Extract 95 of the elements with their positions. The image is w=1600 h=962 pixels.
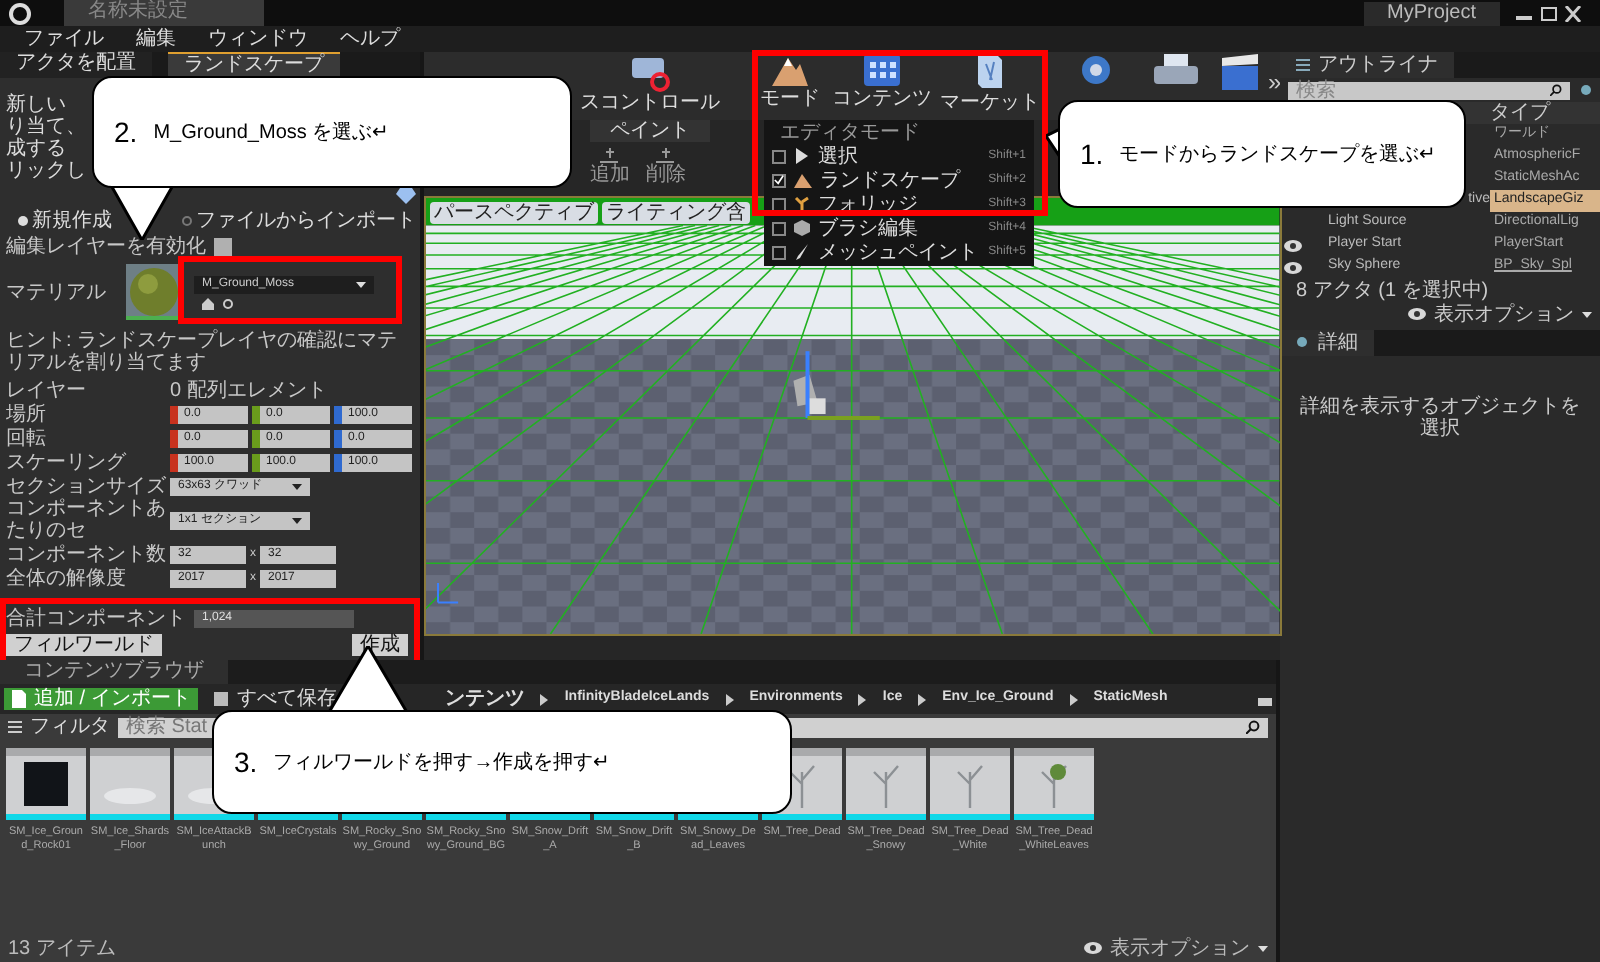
field-label: マテリアル — [6, 281, 108, 304]
empty-message: 詳細を表示するオブジェクトを選択 — [1298, 393, 1582, 440]
maximize-icon[interactable] — [1540, 5, 1560, 21]
panel-tab[interactable]: アクタを配置 — [0, 52, 152, 78]
toolbar-button[interactable]: モード — [760, 52, 820, 110]
details-tab[interactable]: 詳細 — [1280, 330, 1374, 356]
save-all-button[interactable]: すべて保存 — [214, 688, 337, 710]
caret-icon — [292, 483, 302, 490]
step-number: 3. — [234, 743, 258, 781]
lock-icon[interactable] — [1258, 692, 1272, 706]
document-icon — [12, 690, 26, 708]
checkbox[interactable] — [214, 238, 232, 257]
plant-icon — [794, 196, 810, 212]
home-icon[interactable] — [202, 297, 214, 310]
search-icon — [1246, 720, 1260, 734]
close-icon[interactable] — [1564, 5, 1584, 21]
clapperboard-icon — [1218, 52, 1262, 92]
view-options-button[interactable]: 表示オプション — [1084, 937, 1268, 959]
cube-icon — [794, 220, 810, 236]
pointer-icon — [794, 148, 810, 164]
menu-item[interactable]: ウィンドウ — [208, 28, 308, 50]
eye-icon — [1408, 308, 1426, 320]
field-label: 場所 — [6, 403, 48, 426]
outliner-tab[interactable]: アウトライナ — [1280, 52, 1454, 78]
chevron-icon — [858, 693, 867, 705]
description-text: 成する — [6, 137, 66, 160]
plus-icon — [600, 148, 620, 164]
server-icon — [628, 52, 672, 92]
plus-icon — [656, 148, 676, 164]
fill-world-button[interactable]: フィルワールド — [6, 634, 162, 657]
toolbar-button[interactable] — [1216, 52, 1264, 92]
chevron-icon — [540, 693, 549, 705]
eye-icon — [1084, 942, 1102, 954]
toolbar-button[interactable]: マーケット — [940, 52, 1040, 114]
viewport-button[interactable]: ライティング含 — [602, 202, 750, 224]
list-icon — [1296, 58, 1310, 72]
add-import-button[interactable]: 追加 / インポート — [4, 688, 199, 710]
printer-icon — [1152, 52, 1200, 88]
description-text: り当て、 — [6, 115, 86, 138]
toolbar-button[interactable] — [1148, 52, 1204, 88]
grid-icon — [862, 52, 902, 88]
project-name: MyProject — [1363, 1, 1500, 25]
field-label: スケーリング — [6, 451, 128, 474]
menu-item[interactable]: 編集 — [136, 28, 176, 50]
paint-tab[interactable]: ペイント — [590, 120, 710, 142]
item-count: 13 アイテム — [8, 937, 116, 959]
column-header[interactable]: タイプ — [1490, 102, 1550, 124]
mountain-icon — [794, 172, 812, 188]
search-icon — [1550, 84, 1562, 96]
field-label: セクションサイズ — [6, 475, 168, 498]
description-text: 新しい — [6, 93, 66, 116]
panel-tab[interactable]: ランドスケープ — [168, 52, 340, 78]
radio-option[interactable]: ファイルからインポート — [182, 209, 416, 232]
filter-button[interactable]: フィルタ — [30, 716, 110, 738]
toolbar-button[interactable]: コンテンツ — [832, 52, 932, 110]
field-label: レイヤー — [6, 379, 88, 402]
toolbar-button[interactable]: スコントロール — [580, 52, 720, 114]
chevron-icon — [725, 693, 734, 705]
radio-option[interactable]: 新規作成 — [6, 209, 182, 232]
chevron-icon — [918, 693, 927, 705]
step-number: 1. — [1080, 135, 1104, 173]
field-label: 回転 — [6, 427, 48, 450]
brush-icon — [794, 244, 810, 260]
field-label: コンポーネントあたりのセ — [6, 498, 168, 543]
callout-text: フィルワールドを押す→作成を押す↵ — [273, 749, 610, 777]
field-label: 全体の解像度 — [6, 567, 128, 590]
save-icon — [214, 692, 229, 706]
menu-item[interactable]: ファイル — [24, 28, 104, 50]
field-label: 編集レイヤーを有効化 — [6, 236, 208, 259]
chevron-icon — [1069, 693, 1078, 705]
caret-icon — [292, 517, 302, 524]
book-icon — [974, 52, 1006, 92]
field-label: コンポーネント数 — [6, 543, 168, 566]
viewport-button[interactable]: パースペクティブ — [430, 202, 598, 224]
hint-text: ヒント: ランドスケープレイヤの確認にマテリアルを割り当てます — [6, 330, 400, 379]
step-number: 2. — [114, 113, 138, 151]
actor-count: 8 アクタ (1 を選択中) — [1296, 279, 1489, 301]
overflow-button[interactable]: » — [1268, 64, 1282, 100]
content-browser-tab[interactable]: コンテンツブラウザ — [0, 660, 228, 684]
callout-text: モードからランドスケープを選ぶ↵ — [1119, 141, 1436, 169]
layer-count: 0 配列エレメント — [170, 379, 327, 402]
breadcrumb[interactable]: ンテンツ — [444, 688, 525, 710]
search-icon[interactable] — [222, 297, 234, 310]
callout-text: M_Ground_Moss を選ぶ↵ — [153, 119, 389, 147]
caret-icon — [1582, 311, 1592, 317]
tool-button[interactable]: 追加 — [590, 148, 630, 186]
caret-icon — [1258, 945, 1268, 951]
menu-header: エディタモード — [778, 122, 922, 144]
field-label: 合計コンポーネント — [6, 607, 188, 630]
tool-button[interactable]: 削除 — [646, 148, 686, 186]
list-icon[interactable] — [8, 720, 22, 734]
menu-item[interactable]: ヘルプ — [340, 28, 400, 50]
view-options-button[interactable]: 表示オプション — [1408, 303, 1592, 325]
description-text: リックし — [6, 159, 86, 182]
caret-icon — [356, 281, 366, 288]
